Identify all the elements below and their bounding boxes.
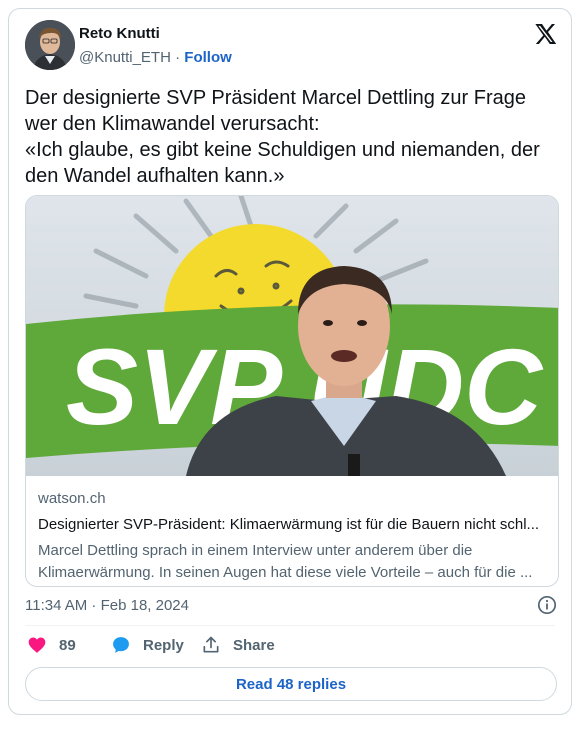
tweet-text-line: Der designierte SVP Präsident Marcel Det… bbox=[25, 87, 526, 109]
link-preview-image[interactable]: SVP UDC bbox=[26, 196, 558, 476]
avatar[interactable] bbox=[25, 20, 75, 70]
share-label: Share bbox=[233, 636, 275, 654]
like-count: 89 bbox=[59, 636, 76, 654]
link-domain: watson.ch bbox=[38, 490, 106, 507]
share-button[interactable]: Share bbox=[201, 635, 275, 655]
divider bbox=[25, 625, 555, 626]
link-title[interactable]: Designierter SVP-Präsident: Klimaerwärmu… bbox=[38, 516, 548, 536]
reply-label: Reply bbox=[143, 636, 184, 654]
follow-button[interactable]: Follow bbox=[184, 49, 232, 66]
read-replies-button[interactable]: Read 48 replies bbox=[25, 667, 557, 701]
like-button[interactable]: 89 bbox=[27, 635, 76, 655]
info-icon[interactable] bbox=[537, 595, 557, 615]
author-name[interactable]: Reto Knutti bbox=[79, 25, 160, 42]
tweet-text-line: wer den Klimawandel verursacht: bbox=[25, 113, 320, 135]
tweet-text: Der designierte SVP Präsident Marcel Det… bbox=[25, 85, 565, 189]
separator: · bbox=[175, 49, 181, 66]
reply-bubble-icon bbox=[113, 637, 129, 653]
link-preview-meta: watson.ch Designierter SVP-Präsident: Kl… bbox=[38, 490, 548, 584]
author-handle[interactable]: @Knutti_ETH bbox=[79, 49, 171, 66]
author-handle-line: @Knutti_ETH · Follow bbox=[79, 49, 232, 66]
timestamp[interactable]: 11:34 AM · Feb 18, 2024 bbox=[25, 597, 189, 614]
tweet-text-line: den Wandel aufhalten kann.» bbox=[25, 165, 285, 187]
link-description-line: Marcel Dettling sprach in einem Intervie… bbox=[38, 542, 473, 559]
tweet-text-line: «Ich glaube, es gibt keine Schuldigen un… bbox=[25, 139, 540, 161]
tweet-card: Reto Knutti @Knutti_ETH · Follow Der des… bbox=[8, 8, 572, 715]
heart-icon bbox=[28, 637, 46, 653]
reply-button[interactable]: Reply bbox=[111, 635, 184, 655]
link-description: Marcel Dettling sprach in einem Intervie… bbox=[38, 540, 548, 584]
link-preview-card[interactable]: SVP UDC watson.ch Designierter SVP-Präsi… bbox=[25, 195, 559, 587]
x-logo-icon[interactable] bbox=[533, 22, 557, 46]
link-description-line: Klimaerwärmung. In seinen Augen hat dies… bbox=[38, 564, 533, 581]
share-icon bbox=[203, 636, 219, 653]
